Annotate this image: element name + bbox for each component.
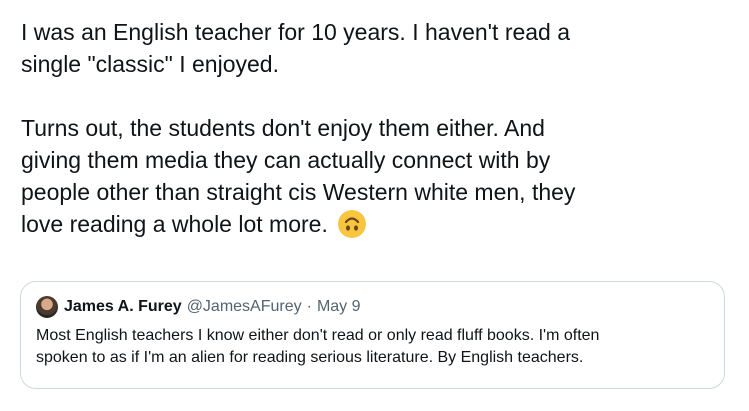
tweet-text: I was an English teacher for 10 years. I…	[21, 16, 731, 240]
quoted-text-line: spoken to as if I'm an alien for reading…	[36, 349, 584, 366]
quoted-text-line: Most English teachers I know either don'…	[36, 327, 600, 344]
avatar[interactable]	[36, 296, 58, 318]
tweet-date[interactable]: May 9	[317, 298, 361, 316]
tweet-text-line: people other than straight cis Western w…	[21, 179, 576, 205]
tweet-text-line-last: love reading a whole lot more.	[21, 208, 731, 240]
tweet-text-line: I was an English teacher for 10 years. I…	[21, 19, 571, 45]
separator-dot: ·	[306, 298, 312, 315]
author-name[interactable]: James A. Furey	[64, 298, 182, 316]
upside-down-face-icon	[338, 210, 367, 238]
quoted-tweet-text: Most English teachers I know either don'…	[36, 325, 711, 369]
tweet: I was an English teacher for 10 years. I…	[0, 0, 749, 411]
tweet-text-line: single "classic" I enjoyed.	[21, 51, 279, 77]
quoted-tweet-header: James A. Furey @JamesAFurey · May 9	[36, 295, 361, 319]
tweet-text-line: Turns out, the students don't enjoy them…	[21, 115, 545, 141]
tweet-text-line: love reading a whole lot more.	[21, 211, 328, 237]
quoted-tweet-card[interactable]: James A. Furey @JamesAFurey · May 9 Most…	[20, 281, 725, 389]
author-handle[interactable]: @JamesAFurey	[187, 298, 302, 316]
paragraph-break	[21, 80, 731, 112]
tweet-text-line: giving them media they can actually conn…	[21, 147, 551, 173]
